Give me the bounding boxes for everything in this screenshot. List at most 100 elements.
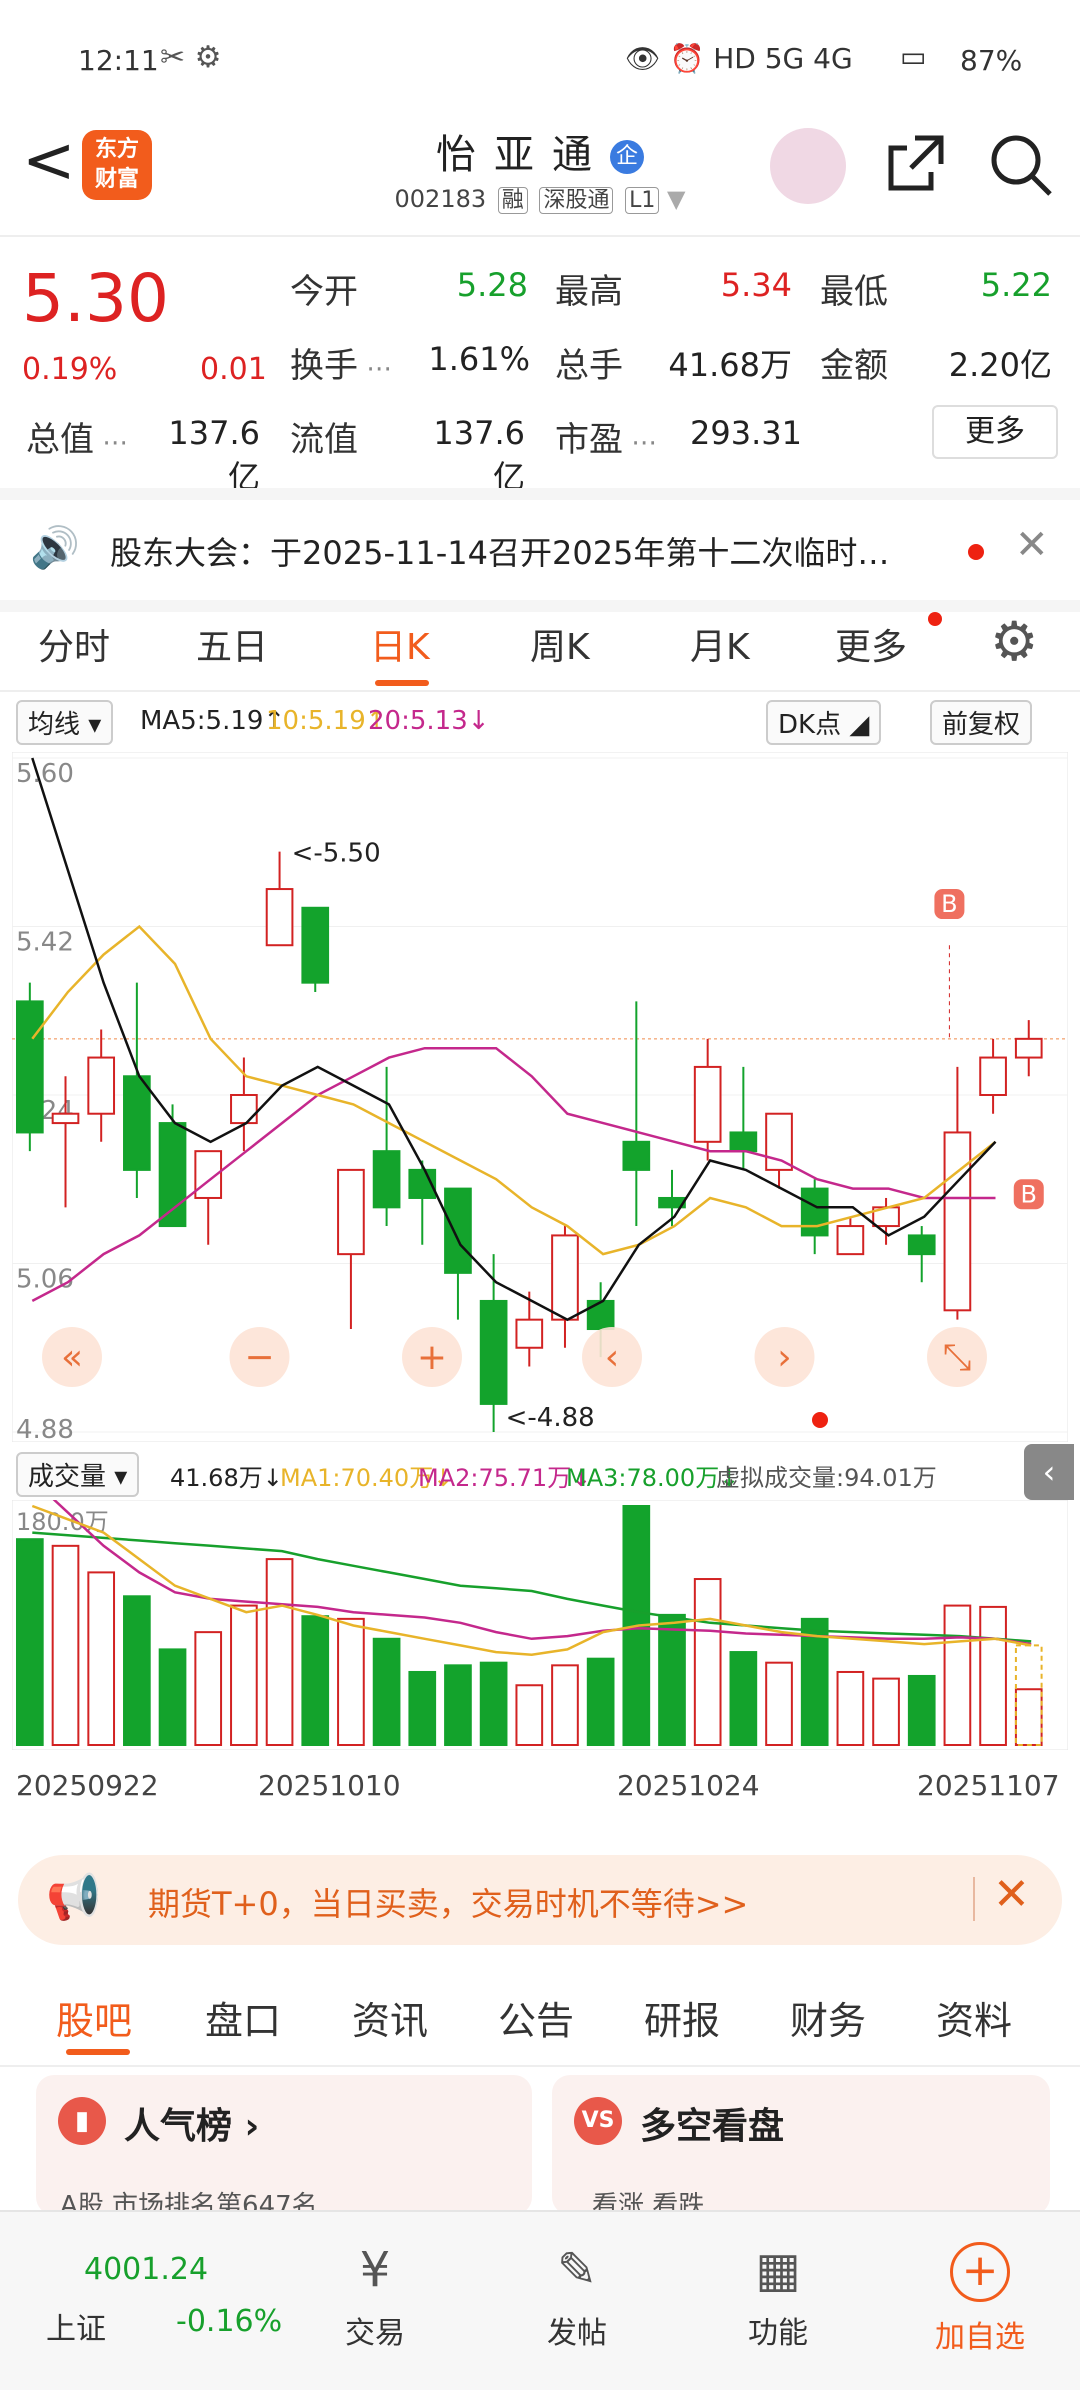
nav-label: 功能	[748, 2316, 808, 2351]
volume-bar	[729, 1651, 758, 1746]
grid-icon: ▦	[755, 2242, 801, 2298]
nav-functions[interactable]: ▦ 功能	[708, 2242, 848, 2352]
candle-body	[800, 1187, 829, 1237]
y-tick-label: 5.06	[16, 1265, 74, 1295]
low-value: 5.22	[980, 266, 1052, 304]
more-dot	[928, 612, 942, 626]
back-button[interactable]: <	[22, 124, 76, 198]
gear-icon[interactable]: ⚙	[990, 610, 1038, 673]
close-icon[interactable]: ✕	[993, 1869, 1030, 1920]
speaker-icon: 🔊	[30, 525, 80, 571]
notification-icons: ✂ ⚙	[160, 40, 222, 75]
tab-guba[interactable]: 股吧	[56, 1990, 132, 2045]
ma-select[interactable]: 均线 ▾	[16, 700, 114, 745]
candle-body	[765, 1112, 793, 1171]
share-icon[interactable]	[885, 132, 947, 194]
nav-label: 交易	[345, 2316, 405, 2351]
futures-ad-banner[interactable]: 📢 期货T+0，当日买卖，交易时机不等待>> ✕	[18, 1855, 1062, 1945]
fullscreen-icon[interactable]: ⤡	[943, 1337, 972, 1378]
notice-bar[interactable]: 🔊 股东大会：于2025-11-14召开2025年第十二次临时… ✕	[0, 488, 1080, 612]
battery-icon: ▭	[900, 40, 927, 73]
volume-bar	[444, 1664, 472, 1746]
candle-body	[372, 1150, 401, 1209]
tag-connect: 深股通	[539, 187, 614, 214]
dk-button[interactable]: DK点 ◢	[766, 700, 882, 745]
adjust-button[interactable]: 前复权	[930, 700, 1033, 745]
tab-news[interactable]: 资讯	[352, 1990, 428, 2045]
buy-marker-label: B	[1021, 1180, 1037, 1208]
battery-level: 87%	[960, 44, 1023, 77]
volume-bar	[658, 1613, 686, 1746]
period-tabs: 分时 五日 日K 周K 月K 更多 ⚙	[0, 600, 1080, 692]
mktcap-label: 总值 ⋯	[26, 420, 129, 460]
volume-select[interactable]: 成交量 ▾	[16, 1452, 140, 1497]
tab-monthly[interactable]: 月K	[690, 618, 750, 670]
search-icon[interactable]	[988, 132, 1054, 198]
megaphone-icon: 📢	[46, 1872, 101, 1923]
next-icon[interactable]: ›	[777, 1337, 791, 1378]
change-value: 0.01	[200, 352, 267, 387]
volume-ma3: MA3:78.00万↓	[566, 1464, 740, 1492]
volume-bar	[872, 1677, 900, 1746]
index-name[interactable]: 上证	[46, 2304, 106, 2348]
assistant-avatar[interactable]	[770, 128, 846, 204]
volume-bar	[265, 1558, 294, 1746]
tag-margin: 融	[497, 187, 528, 214]
pe-value: 293.31	[690, 414, 802, 452]
stock-code-row: 002183 融 深股通 L1 ▼	[330, 182, 750, 214]
notice-text[interactable]: 股东大会：于2025-11-14召开2025年第十二次临时…	[110, 528, 940, 574]
candle-body	[622, 1140, 651, 1171]
nav-add-watchlist[interactable]: + 加自选	[910, 2242, 1050, 2356]
zoom-out-icon[interactable]: −	[244, 1337, 274, 1378]
amount-value: 2.20亿	[948, 346, 1052, 384]
close-icon[interactable]: ✕	[1015, 522, 1049, 568]
volume-bar	[372, 1637, 401, 1746]
ad-text[interactable]: 期货T+0，当日买卖，交易时机不等待>>	[148, 1879, 748, 1925]
candle-body	[979, 1056, 1007, 1096]
tab-weekly[interactable]: 周K	[530, 618, 590, 670]
app-logo[interactable]: 东方 财富	[82, 130, 152, 200]
plus-icon: +	[950, 2242, 1010, 2302]
chevron-down-icon[interactable]: ▼	[667, 185, 685, 213]
tab-intraday[interactable]: 分时	[38, 618, 110, 670]
volume-bar	[15, 1538, 44, 1746]
tab-finance[interactable]: 财务	[790, 1990, 866, 2045]
high-value: 5.34	[720, 266, 792, 304]
tab-5day[interactable]: 五日	[196, 618, 268, 670]
candle-body	[301, 906, 330, 984]
volume-bar	[301, 1615, 330, 1747]
zoom-in-icon[interactable]: +	[417, 1337, 447, 1378]
nav-post[interactable]: ✎ 发帖	[507, 2242, 647, 2352]
volume-bar	[586, 1657, 615, 1746]
mktcap-value: 137.6亿	[168, 414, 260, 496]
tab-research[interactable]: 研报	[644, 1990, 720, 2045]
bull-bear-card[interactable]: VS 多空看盘 看涨 看跌	[552, 2075, 1050, 2215]
rewind-icon[interactable]: «	[61, 1337, 83, 1378]
bottom-nav: 4001.24 上证 -0.16% ¥ 交易 ✎ 发帖 ▦ 功能 + 加自选	[0, 2210, 1080, 2390]
low-label: 最低	[820, 272, 888, 312]
turnover-value: 1.61%	[428, 340, 530, 378]
y-tick-label: 5.42	[16, 928, 74, 958]
volume-bar	[337, 1617, 365, 1746]
high-annotation: <-5.50	[292, 839, 381, 869]
more-quote-button[interactable]: 更多	[932, 405, 1058, 459]
volume-bar	[515, 1684, 544, 1746]
open-label: 今开	[290, 272, 358, 312]
tab-announcements[interactable]: 公告	[498, 1990, 574, 2045]
tab-more[interactable]: 更多	[835, 618, 907, 670]
collapse-icon[interactable]: ‹	[1024, 1444, 1074, 1500]
prev-icon[interactable]: ‹	[605, 1337, 619, 1378]
tab-daily[interactable]: 日K	[370, 618, 430, 670]
low-annotation: <-4.88	[506, 1403, 595, 1433]
volume-chart[interactable]: 180.0万	[12, 1500, 1068, 1750]
amount-label: 金额	[820, 346, 888, 386]
nav-trade[interactable]: ¥ 交易	[305, 2242, 445, 2352]
ad-divider	[973, 1877, 975, 1921]
popularity-card[interactable]: ▮ 人气榜 › A股 市场排名第647名	[36, 2075, 532, 2215]
tab-handicap[interactable]: 盘口	[205, 1990, 281, 2045]
kline-chart[interactable]: 5.605.425.245.064.88<-5.50<-4.88BB« − + ‹ › ⤡	[12, 752, 1068, 1442]
volume-indicator-row: 成交量 ▾ 41.68万↓ MA1:70.40万↓ MA2:75.71万↓ MA…	[0, 1444, 1080, 1500]
tab-profile[interactable]: 资料	[936, 1990, 1012, 2045]
nav-label: 发帖	[547, 2316, 607, 2351]
date-tick: 20251010	[258, 1769, 401, 1802]
